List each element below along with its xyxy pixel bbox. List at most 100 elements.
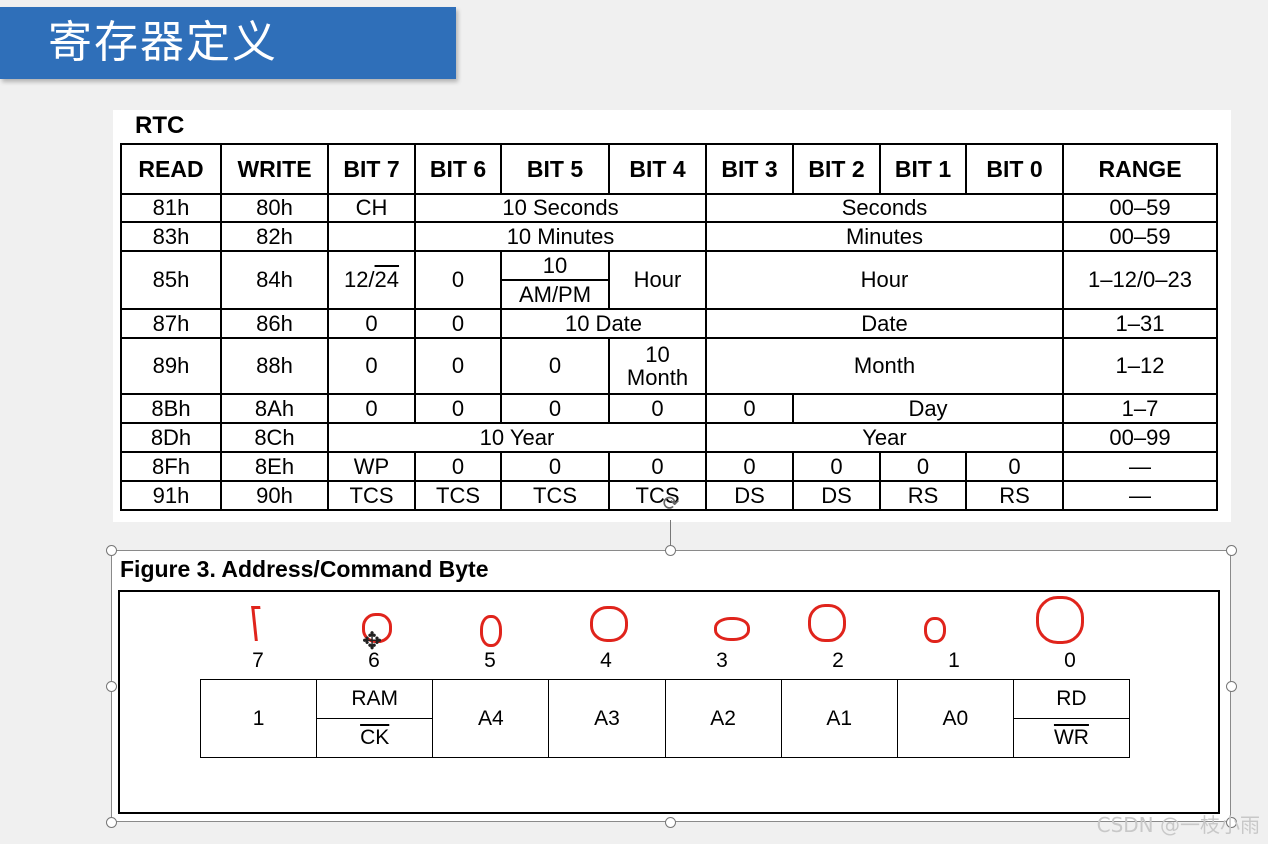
cell-read: 8Bh — [120, 393, 222, 424]
table-row-day: 8Bh 8Ah 0 0 0 0 0 Day 1–7 — [120, 393, 1218, 424]
cell-read: 85h — [120, 250, 222, 310]
handwritten-zero-mark — [808, 604, 846, 642]
cell-bit7: CH — [327, 193, 416, 223]
cmd-bit0: RD WR — [1012, 679, 1131, 758]
resize-handle-right[interactable] — [1226, 681, 1237, 692]
cell-bit6: 0 — [414, 308, 502, 339]
cell-range: 1–12 — [1062, 337, 1218, 395]
header-bit5: BIT 5 — [500, 143, 610, 195]
cell-bit1: 0 — [879, 451, 967, 482]
cell-units: Minutes — [705, 221, 1064, 252]
table-row-seconds: 81h 80h CH 10 Seconds Seconds 00–59 — [120, 193, 1218, 223]
slide-title: 寄存器定义 — [0, 7, 456, 79]
bit5-top-label: 10 — [503, 254, 607, 281]
command-byte-table: 1 RAM CK A4 A3 A2 A1 A0 RD WR — [199, 679, 1131, 758]
header-bit7: BIT 7 — [327, 143, 416, 195]
cell-bit7-empty — [327, 221, 416, 252]
cell-bit5: 0 — [500, 451, 610, 482]
bit-number-1: 1 — [948, 649, 960, 672]
cell-bit4: Hour — [608, 250, 707, 310]
cell-bit3: 0 — [705, 451, 794, 482]
cell-range: 1–12/0–23 — [1062, 250, 1218, 310]
cell-range: 1–7 — [1062, 393, 1218, 424]
resize-handle-top[interactable] — [665, 545, 676, 556]
cmd-bit1: A0 — [896, 679, 1014, 758]
cell-bit6: 0 — [414, 393, 502, 424]
cell-bit4: TCS — [608, 480, 707, 511]
cell-bit2: 0 — [792, 451, 881, 482]
cmd-bit6-bottom: CK — [360, 726, 390, 749]
header-bit1: BIT 1 — [879, 143, 967, 195]
cell-bit7: 0 — [327, 337, 416, 395]
cmd-bit5: A4 — [432, 679, 550, 758]
cell-units: Month — [705, 337, 1064, 395]
cell-read: 8Fh — [120, 451, 222, 482]
cell-bit4: 0 — [608, 451, 707, 482]
cell-bit7: TCS — [327, 480, 416, 511]
cell-write: 88h — [220, 337, 329, 395]
cmd-bit6: RAM CK — [316, 679, 434, 758]
cmd-bit7: 1 — [199, 679, 318, 758]
cell-write: 8Ah — [220, 393, 329, 424]
bit4-bottom-label: Month — [626, 365, 689, 390]
header-bit3: BIT 3 — [705, 143, 794, 195]
cmd-bit6-top: RAM — [317, 680, 433, 719]
cmd-bit0-bottom: WR — [1053, 726, 1089, 749]
table-row-minutes: 83h 82h 10 Minutes Minutes 00–59 — [120, 221, 1218, 252]
cell-units: Date — [705, 308, 1064, 339]
cell-bit0: RS — [965, 480, 1064, 511]
cmd-bit4: A3 — [548, 679, 666, 758]
resize-handle-top-right[interactable] — [1226, 545, 1237, 556]
cell-bit3: DS — [705, 480, 794, 511]
watermark: CSDN @一枝小雨 — [1096, 813, 1260, 837]
handwritten-zero-mark — [480, 615, 502, 647]
cell-bit2: DS — [792, 480, 881, 511]
cell-read: 89h — [120, 337, 222, 395]
cell-bit4: 10 Month — [608, 337, 707, 395]
header-write: WRITE — [220, 143, 329, 195]
cell-write: 90h — [220, 480, 329, 511]
cell-bit5: 0 — [500, 393, 610, 424]
cell-write: 8Eh — [220, 451, 329, 482]
cmd-bit3: A2 — [664, 679, 782, 758]
move-cursor-icon: ✥ — [362, 628, 383, 655]
cell-bit6: 0 — [414, 451, 502, 482]
cell-read: 81h — [120, 193, 222, 223]
rtc-register-table: READ WRITE BIT 7 BIT 6 BIT 5 BIT 4 BIT 3… — [120, 143, 1218, 511]
rtc-register-panel: RTC READ WRITE BIT 7 BIT 6 BIT 5 BIT 4 B… — [113, 110, 1231, 522]
hour-mode-prefix: 12/ — [343, 267, 375, 293]
cell-bit5: 10 AM/PM — [500, 250, 610, 310]
cell-bit7: 0 — [327, 393, 416, 424]
cell-bit0: 0 — [965, 451, 1064, 482]
table-row-month: 89h 88h 0 0 0 10 Month Month 1–12 — [120, 337, 1218, 395]
cell-tens: 10 Date — [500, 308, 707, 339]
hour-mode-24-overline: 24 — [374, 267, 400, 293]
bit-number-5: 5 — [484, 649, 496, 672]
cell-write: 80h — [220, 193, 329, 223]
cell-bit6: 0 — [414, 337, 502, 395]
resize-handle-bottom-left[interactable] — [106, 817, 117, 828]
cell-bit6: TCS — [414, 480, 502, 511]
cell-tens: 10 Minutes — [414, 221, 707, 252]
resize-handle-top-left[interactable] — [106, 545, 117, 556]
cell-bit7: WP — [327, 451, 416, 482]
header-bit2: BIT 2 — [792, 143, 881, 195]
resize-handle-left[interactable] — [106, 681, 117, 692]
cell-range: — — [1062, 451, 1218, 482]
rtc-label: RTC — [135, 112, 185, 139]
rotate-icon[interactable]: ⟳ — [661, 494, 681, 514]
bit-number-7: 7 — [252, 649, 264, 672]
cell-bit7: 0 — [327, 308, 416, 339]
cell-units: Hour — [705, 250, 1064, 310]
bit4-top-label: 10 — [645, 341, 670, 367]
handwritten-zero-mark — [1036, 596, 1084, 644]
resize-handle-bottom[interactable] — [665, 817, 676, 828]
bit5-bottom-label: AM/PM — [518, 281, 592, 307]
table-row-year: 8Dh 8Ch 10 Year Year 00–99 — [120, 422, 1218, 453]
header-range: RANGE — [1062, 143, 1218, 195]
cell-bit6: 0 — [414, 250, 502, 310]
handwritten-zero-mark — [924, 617, 946, 643]
table-row-wp: 8Fh 8Eh WP 0 0 0 0 0 0 0 — — [120, 451, 1218, 482]
cell-range: 00–59 — [1062, 221, 1218, 252]
header-bit0: BIT 0 — [965, 143, 1064, 195]
